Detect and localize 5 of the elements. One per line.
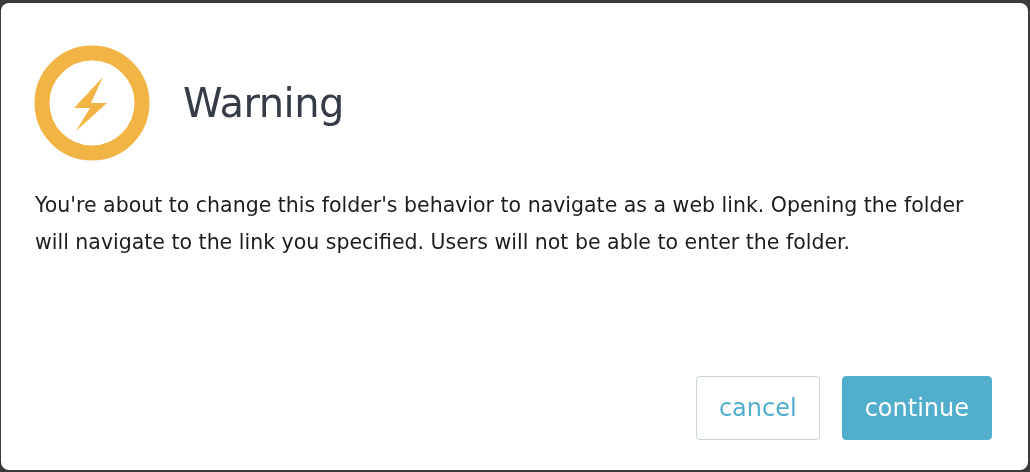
dialog-title: Warning (183, 80, 344, 126)
cancel-button[interactable]: cancel (695, 376, 820, 440)
lightning-icon (34, 45, 150, 161)
continue-button[interactable]: continue (841, 376, 992, 440)
dialog-message: You're about to change this folder's behavior to navigate as a web link. Opening the folder will navigate to the link you specified. Users will not be able to enter the folder. (35, 192, 965, 256)
